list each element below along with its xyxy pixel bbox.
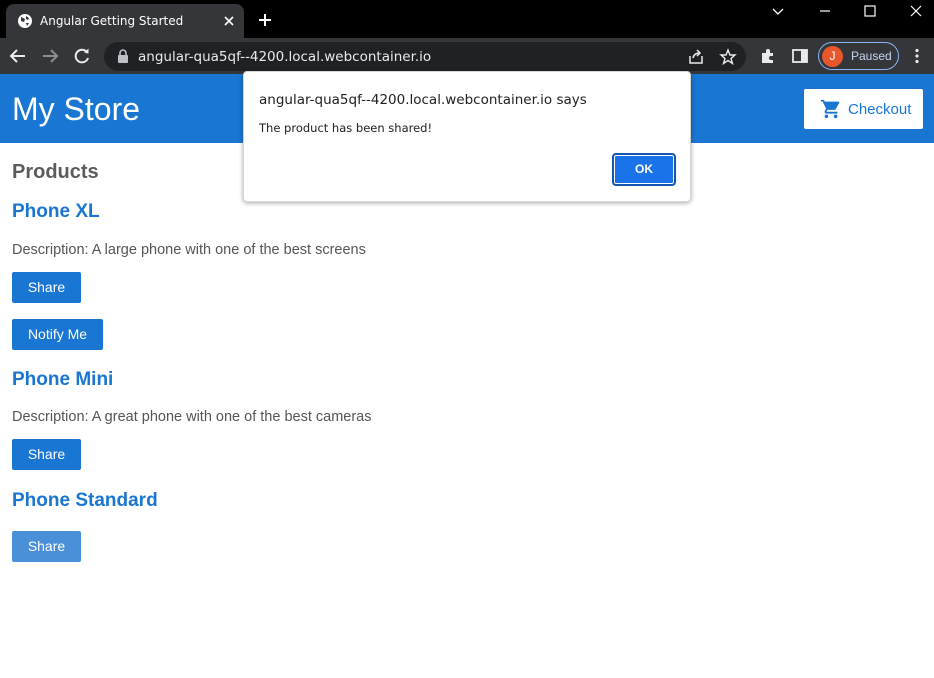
share-button[interactable]: Share <box>12 439 81 470</box>
product-name-link[interactable]: Phone Standard <box>12 490 158 512</box>
share-button[interactable]: Share <box>12 531 81 562</box>
new-tab-icon[interactable] <box>257 12 273 28</box>
tab-title: Angular Getting Started <box>40 14 184 28</box>
address-bar[interactable]: angular-qua5qf--4200.local.webcontainer.… <box>104 42 746 71</box>
product-name-link[interactable]: Phone Mini <box>12 369 113 391</box>
checkout-button[interactable]: Checkout <box>804 89 923 129</box>
chevron-down-icon[interactable] <box>768 3 788 19</box>
product-name-link[interactable]: Phone XL <box>12 201 100 223</box>
share-button[interactable]: Share <box>12 272 81 303</box>
extensions-puzzle-icon[interactable] <box>759 47 777 65</box>
product-description: Description: A large phone with one of t… <box>12 242 366 258</box>
back-arrow-icon[interactable] <box>9 47 27 65</box>
checkout-label: Checkout <box>848 101 912 118</box>
more-menu-icon[interactable] <box>908 47 926 65</box>
close-tab-icon[interactable] <box>222 14 236 28</box>
alert-dialog: angular-qua5qf--4200.local.webcontainer.… <box>243 71 691 202</box>
shopping-cart-icon <box>820 99 840 119</box>
minimize-icon[interactable] <box>815 3 835 19</box>
url-text[interactable]: angular-qua5qf--4200.local.webcontainer.… <box>138 49 431 65</box>
bookmark-star-icon[interactable] <box>719 48 737 66</box>
globe-icon <box>18 14 32 28</box>
products-heading: Products <box>12 161 99 183</box>
maximize-icon[interactable] <box>860 3 880 19</box>
dialog-origin: angular-qua5qf--4200.local.webcontainer.… <box>259 92 587 108</box>
lock-icon[interactable] <box>116 49 130 64</box>
product-description: Description: A great phone with one of t… <box>12 409 372 425</box>
dialog-message: The product has been shared! <box>259 121 433 135</box>
profile-button[interactable]: J Paused <box>818 42 899 70</box>
store-title-link[interactable]: My Store <box>12 91 140 128</box>
browser-tab[interactable]: Angular Getting Started <box>6 4 244 38</box>
side-panel-icon[interactable] <box>791 47 809 65</box>
avatar: J <box>822 46 843 67</box>
ok-button[interactable]: OK <box>612 153 676 186</box>
forward-arrow-icon[interactable] <box>41 47 59 65</box>
notify-me-button[interactable]: Notify Me <box>12 319 103 350</box>
browser-tabstrip: Angular Getting Started <box>0 0 934 38</box>
profile-status: Paused <box>851 49 892 63</box>
reload-icon[interactable] <box>73 47 91 65</box>
close-window-icon[interactable] <box>906 3 926 19</box>
browser-toolbar: angular-qua5qf--4200.local.webcontainer.… <box>0 38 934 74</box>
share-icon[interactable] <box>687 48 705 66</box>
